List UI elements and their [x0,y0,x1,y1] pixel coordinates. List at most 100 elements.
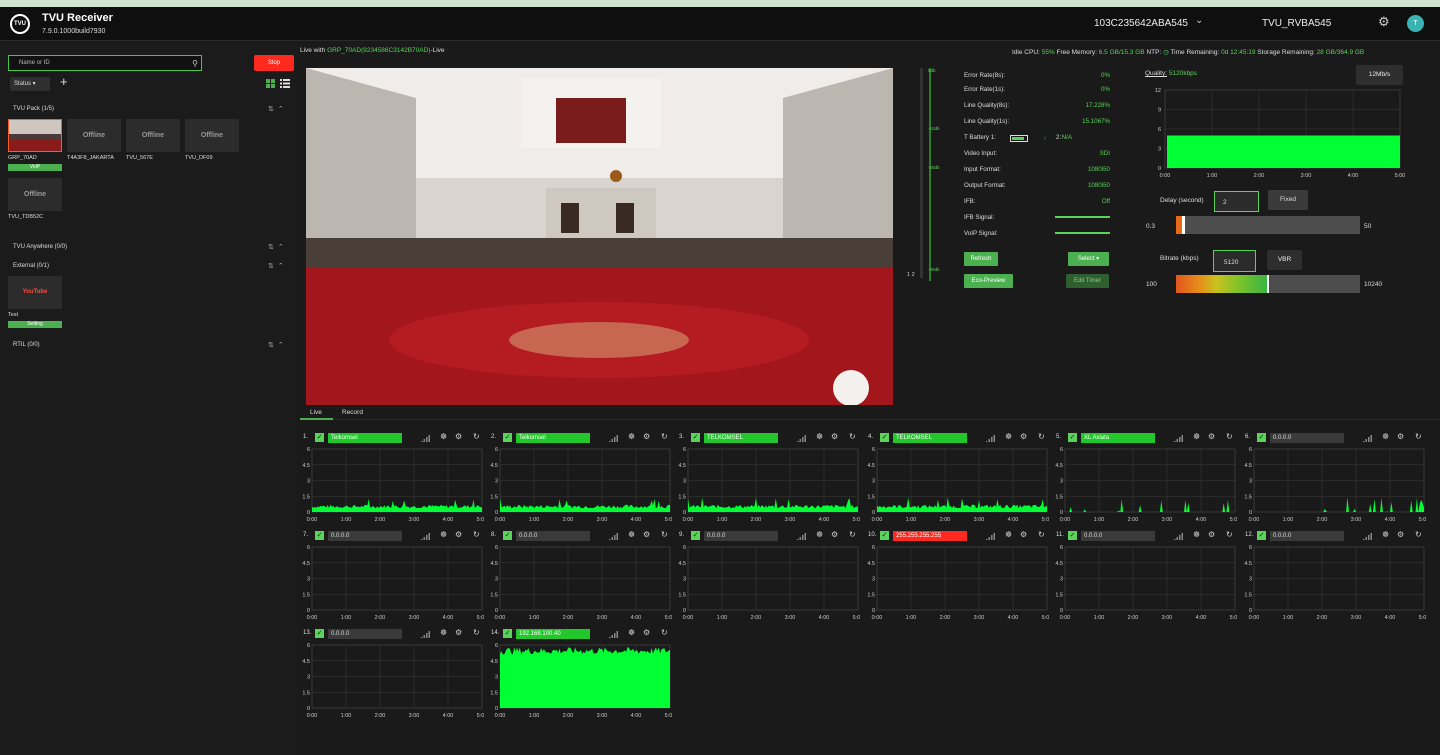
gear-icon[interactable]: ⚙ [455,432,462,441]
chevron-down-icon[interactable]: ⌄ [1195,15,1203,26]
channel-checkbox[interactable]: ✓ [880,433,889,442]
satellite-icon[interactable]: ☸ [816,530,823,539]
gear-icon[interactable]: ⚙ [643,432,650,441]
refresh-icon[interactable]: ↻ [1415,432,1422,441]
gear-icon[interactable]: ⚙ [455,628,462,637]
refresh-icon[interactable]: ↻ [1226,530,1233,539]
delay-slider[interactable] [1176,216,1360,234]
satellite-icon[interactable]: ☸ [1382,432,1389,441]
list-view-icon[interactable] [280,79,290,88]
sort-collapse-icon[interactable]: ⇅⌃ [268,262,288,270]
channel-checkbox[interactable]: ✓ [880,531,889,540]
satellite-icon[interactable]: ☸ [628,530,635,539]
tab-live[interactable]: Live [310,409,322,416]
refresh-icon[interactable]: ↻ [849,432,856,441]
status-dropdown[interactable]: Status ▾ [10,77,50,91]
satellite-icon[interactable]: ☸ [1193,530,1200,539]
eco-preview-button[interactable]: Eco-Preview [964,274,1013,288]
gear-icon[interactable]: ⚙ [643,530,650,539]
channel-checkbox[interactable]: ✓ [1257,531,1266,540]
gear-icon[interactable]: ⚙ [1378,15,1392,29]
source-tile[interactable]: Offline [8,178,62,211]
channel-checkbox[interactable]: ✓ [1257,433,1266,442]
add-icon[interactable]: + [60,75,68,89]
device-id-selector[interactable]: 103C235642ABA545 [1094,18,1188,29]
gear-icon[interactable]: ⚙ [831,432,838,441]
group-title-tvu-anywhere[interactable]: TVU Anywhere (0/0) [13,244,67,250]
search-icon[interactable]: ⚲ [192,57,198,71]
refresh-icon[interactable]: ↻ [473,628,480,637]
source-tile-grp-70ad[interactable] [8,119,62,152]
source-tile[interactable]: Offline [67,119,121,152]
gear-icon[interactable]: ⚙ [1020,530,1027,539]
satellite-icon[interactable]: ☸ [440,432,447,441]
satellite-icon[interactable]: ☸ [1005,432,1012,441]
refresh-icon[interactable]: ↻ [1226,432,1233,441]
refresh-icon[interactable]: ↻ [661,432,668,441]
tab-record[interactable]: Record [342,409,363,416]
source-tile[interactable]: Offline [126,119,180,152]
group-title-tvu-pack[interactable]: TVU Pack (1/5) [13,106,54,112]
sort-collapse-icon[interactable]: ⇅⌃ [268,243,288,251]
channel-checkbox[interactable]: ✓ [1068,433,1077,442]
gear-icon[interactable]: ⚙ [1020,432,1027,441]
delay-slider-handle[interactable] [1182,216,1186,234]
satellite-icon[interactable]: ☸ [628,628,635,637]
channel-checkbox[interactable]: ✓ [315,433,324,442]
bitrate-input[interactable]: 5120 [1213,250,1256,272]
stop-button[interactable]: Stop [254,55,294,71]
bitrate-slider-handle[interactable] [1267,275,1270,293]
channel-checkbox[interactable]: ✓ [503,433,512,442]
satellite-icon[interactable]: ☸ [628,432,635,441]
channel-checkbox[interactable]: ✓ [503,629,512,638]
channel-checkbox[interactable]: ✓ [315,531,324,540]
fixed-button[interactable]: Fixed [1268,190,1308,210]
grid-view-icon[interactable] [266,79,275,88]
gear-icon[interactable]: ⚙ [1397,432,1404,441]
refresh-icon[interactable]: ↻ [473,530,480,539]
refresh-icon[interactable]: ↻ [849,530,856,539]
tile-badge-voip[interactable]: VoIP [8,164,62,171]
group-title-rtil[interactable]: RTIL (0/0) [13,342,40,348]
satellite-icon[interactable]: ☸ [1193,432,1200,441]
satellite-icon[interactable]: ☸ [1382,530,1389,539]
delay-input[interactable]: 2 [1214,191,1259,212]
gear-icon[interactable]: ⚙ [455,530,462,539]
source-tile[interactable]: Offline [185,119,239,152]
select-dropdown[interactable]: Select ▾ [1068,252,1109,266]
video-preview[interactable] [306,68,893,405]
channel-checkbox[interactable]: ✓ [1068,531,1077,540]
sort-collapse-icon[interactable]: ⇅⌃ [268,341,288,349]
group-title-external[interactable]: External (0/1) [13,263,49,269]
gear-icon[interactable]: ⚙ [1397,530,1404,539]
refresh-icon[interactable]: ↻ [1038,432,1045,441]
bitrate-slider[interactable] [1176,275,1360,293]
refresh-icon[interactable]: ↻ [1415,530,1422,539]
search-input[interactable]: Name or ID ⚲ [8,55,202,71]
gear-icon[interactable]: ⚙ [1208,432,1215,441]
satellite-icon[interactable]: ☸ [1005,530,1012,539]
youtube-logo-tile[interactable]: YouTube [8,276,62,309]
gear-icon[interactable]: ⚙ [1208,530,1215,539]
gear-icon[interactable]: ⚙ [831,530,838,539]
satellite-icon[interactable]: ☸ [816,432,823,441]
rate-button[interactable]: 12Mb/s [1356,65,1403,85]
refresh-icon[interactable]: ↻ [661,628,668,637]
channel-checkbox[interactable]: ✓ [503,531,512,540]
refresh-icon[interactable]: ↻ [473,432,480,441]
gear-icon[interactable]: ⚙ [643,628,650,637]
satellite-icon[interactable]: ☸ [440,628,447,637]
sort-collapse-icon[interactable]: ⇅⌃ [268,105,288,113]
edit-timer-button[interactable]: Edit Timer [1066,274,1109,288]
channel-checkbox[interactable]: ✓ [315,629,324,638]
refresh-icon[interactable]: ↻ [1038,530,1045,539]
channel-checkbox[interactable]: ✓ [691,531,700,540]
refresh-button[interactable]: Refresh [964,252,998,266]
vbr-button[interactable]: VBR [1267,250,1302,270]
tile-badge-setting[interactable]: Setting [8,321,62,328]
quality-title[interactable]: Quality: [1145,70,1167,77]
avatar[interactable]: T [1407,15,1424,32]
refresh-icon[interactable]: ↻ [661,530,668,539]
satellite-icon[interactable]: ☸ [440,530,447,539]
channel-checkbox[interactable]: ✓ [691,433,700,442]
